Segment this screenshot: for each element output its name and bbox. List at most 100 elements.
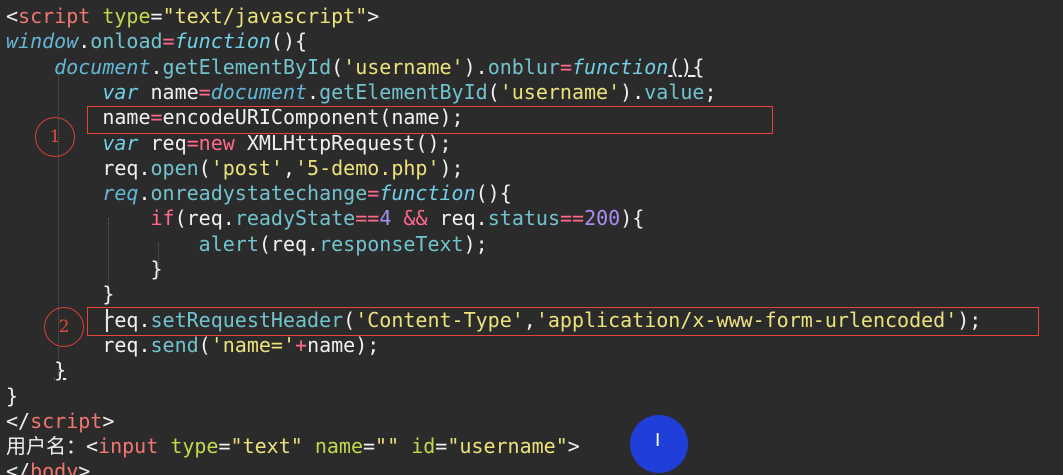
code-token: status bbox=[487, 206, 560, 231]
code-token: (){ bbox=[668, 54, 705, 79]
code-token: = bbox=[198, 79, 211, 104]
code-token: open bbox=[150, 155, 199, 180]
code-token: id bbox=[411, 434, 436, 459]
code-token: body bbox=[30, 459, 79, 475]
code-token: name bbox=[314, 434, 363, 459]
code-token: = bbox=[162, 29, 175, 54]
code-token: ( bbox=[198, 155, 211, 180]
code-line: } bbox=[6, 384, 18, 409]
code-token: ). bbox=[620, 79, 645, 104]
code-token: </ bbox=[6, 459, 31, 475]
code-token: = bbox=[150, 4, 163, 28]
code-token: 'post' bbox=[210, 155, 283, 180]
code-token: onblur bbox=[487, 54, 560, 79]
code-token: 4 bbox=[379, 206, 392, 231]
code-token: function bbox=[174, 29, 271, 54]
code-token: . bbox=[78, 29, 91, 54]
code-token: (req. bbox=[174, 206, 235, 231]
code-token: , bbox=[282, 155, 296, 180]
code-token: function bbox=[379, 181, 476, 206]
code-token: "text" bbox=[230, 434, 303, 459]
code-line: alert(req.responseText); bbox=[6, 232, 488, 257]
code-token: = bbox=[218, 434, 231, 459]
code-editor[interactable]: <script type="text/javascript"> window.on… bbox=[0, 0, 1063, 475]
code-token: ). bbox=[463, 54, 488, 79]
code-token: } bbox=[54, 358, 67, 383]
code-token: name bbox=[138, 79, 199, 104]
annotation-marker-2: 2 bbox=[44, 307, 84, 347]
code-token: } bbox=[6, 383, 19, 408]
text-caret bbox=[106, 309, 108, 332]
code-token: '5-demo.php' bbox=[295, 155, 440, 180]
code-line: <script type="text/javascript"> bbox=[6, 4, 379, 29]
code-token: == bbox=[559, 206, 585, 231]
code-token: window bbox=[6, 29, 79, 54]
code-token: 'name=' bbox=[210, 332, 296, 357]
code-token: req bbox=[138, 130, 187, 155]
code-token: = bbox=[367, 181, 380, 206]
code-token: onload bbox=[90, 29, 163, 54]
code-token: req. bbox=[427, 206, 488, 231]
highlight-box-2 bbox=[87, 307, 1039, 336]
code-token: (){ bbox=[270, 29, 308, 54]
code-token: function bbox=[571, 54, 669, 79]
code-token: req. bbox=[6, 155, 151, 180]
code-token: . bbox=[138, 181, 151, 206]
code-token: 用户名： bbox=[6, 434, 86, 459]
code-token: == bbox=[355, 206, 380, 231]
code-token: script bbox=[30, 408, 103, 433]
code-token: + bbox=[295, 332, 308, 357]
code-line: } bbox=[6, 358, 66, 383]
annotation-marker-1: 1 bbox=[35, 117, 75, 157]
code-token: > bbox=[367, 4, 380, 28]
code-token: XMLHttpRequest(); bbox=[234, 130, 452, 155]
code-token: send bbox=[150, 332, 199, 357]
code-token: "username" bbox=[447, 434, 568, 459]
code-token: name); bbox=[307, 332, 380, 357]
code-token: . bbox=[150, 54, 163, 79]
code-token: document bbox=[210, 79, 308, 104]
code-token: getElementById bbox=[319, 79, 488, 104]
code-token: = bbox=[559, 54, 572, 79]
code-token: "" bbox=[375, 434, 400, 459]
code-line: if(req.readyState==4 && req.status==200)… bbox=[6, 206, 645, 231]
code-token: = bbox=[363, 434, 376, 459]
code-token: type bbox=[102, 4, 151, 28]
code-token: ( bbox=[331, 54, 344, 79]
code-token: = bbox=[186, 130, 199, 155]
code-token: if bbox=[150, 206, 175, 231]
code-token: ){ bbox=[620, 206, 645, 231]
code-token: } bbox=[6, 257, 163, 281]
code-line: document.getElementById('username').onbl… bbox=[6, 55, 704, 80]
code-token: var bbox=[102, 130, 139, 155]
code-token: > bbox=[102, 408, 115, 433]
code-token: readyState bbox=[234, 206, 356, 231]
code-token: document bbox=[54, 54, 151, 79]
ibeam-cursor-icon: I bbox=[655, 430, 661, 451]
code-token: < bbox=[6, 4, 19, 28]
code-token: ; bbox=[704, 79, 717, 104]
code-line: req.open('post','5-demo.php'); bbox=[6, 155, 463, 181]
code-token: > bbox=[78, 459, 91, 475]
code-token: 'username' bbox=[499, 79, 621, 104]
code-token: (){ bbox=[475, 181, 512, 206]
code-token: ); bbox=[463, 231, 488, 256]
code-token: type bbox=[170, 434, 219, 459]
code-token: 'username' bbox=[343, 54, 464, 79]
code-token: (req. bbox=[258, 231, 320, 256]
code-token: 200 bbox=[584, 206, 621, 231]
code-token: } bbox=[6, 282, 115, 307]
code-token: ( bbox=[198, 332, 211, 357]
code-token: < bbox=[86, 434, 99, 459]
code-token: getElementById bbox=[162, 54, 332, 79]
